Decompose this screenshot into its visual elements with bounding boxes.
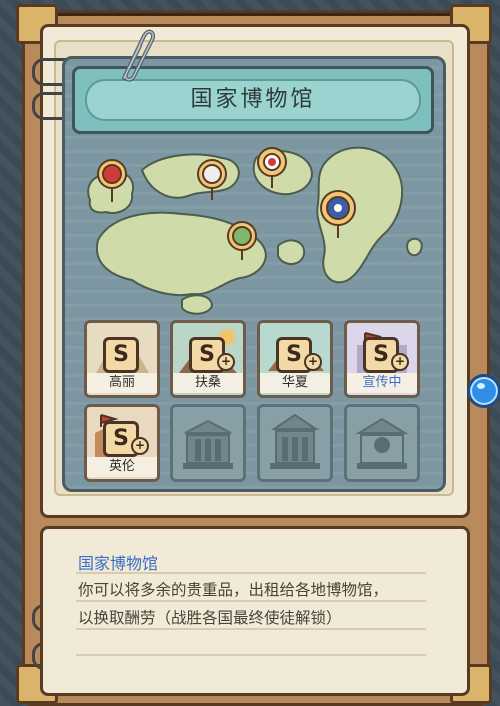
slot-label: 华夏 — [260, 373, 330, 393]
slot-label: 宣传中 — [347, 373, 417, 393]
grade-badge: S — [103, 337, 139, 373]
description-line-1: 你可以将多余的贵重品，出租给各地博物馆， — [78, 581, 389, 599]
exhibit-slot-goryeo[interactable]: S 高丽 — [84, 320, 160, 398]
locked-museum-icon — [173, 407, 243, 479]
slot-label: 英伦 — [87, 457, 157, 477]
exhibit-slot-locked[interactable] — [170, 404, 246, 482]
world-map — [87, 146, 423, 315]
divider — [76, 572, 426, 574]
divider — [76, 600, 426, 602]
description-title: 国家博物馆 — [78, 554, 159, 573]
island-tiny — [406, 237, 423, 257]
exhibit-slot-huaxia[interactable]: S + 华夏 — [257, 320, 333, 398]
locked-museum-icon — [260, 407, 330, 479]
exhibit-slot-locked[interactable] — [344, 404, 420, 482]
plus-icon: + — [217, 353, 235, 371]
description-line-2: 以换取酬劳（战胜各国最终使徒解锁） — [78, 609, 342, 627]
plus-icon: + — [391, 353, 409, 371]
slot-label: 高丽 — [87, 373, 157, 393]
plus-icon: + — [131, 437, 149, 455]
page-title: 国家博物馆 — [190, 87, 316, 112]
divider — [76, 628, 426, 630]
exhibit-slot-fusang[interactable]: S + 扶桑 — [170, 320, 246, 398]
island-small — [181, 294, 214, 315]
exhibit-slot-yinglun[interactable]: S + 英伦 — [84, 404, 160, 482]
plus-icon: + — [304, 353, 322, 371]
slot-label: 扶桑 — [173, 373, 243, 393]
exhibit-slot-promoting[interactable]: S + 宣传中 — [344, 320, 420, 398]
island-south — [277, 239, 306, 265]
exhibit-slot-locked[interactable] — [257, 404, 333, 482]
floating-assist-button[interactable] — [467, 374, 500, 408]
locked-museum-icon — [347, 407, 417, 479]
paper-clip-icon — [122, 29, 155, 82]
divider — [76, 654, 426, 656]
